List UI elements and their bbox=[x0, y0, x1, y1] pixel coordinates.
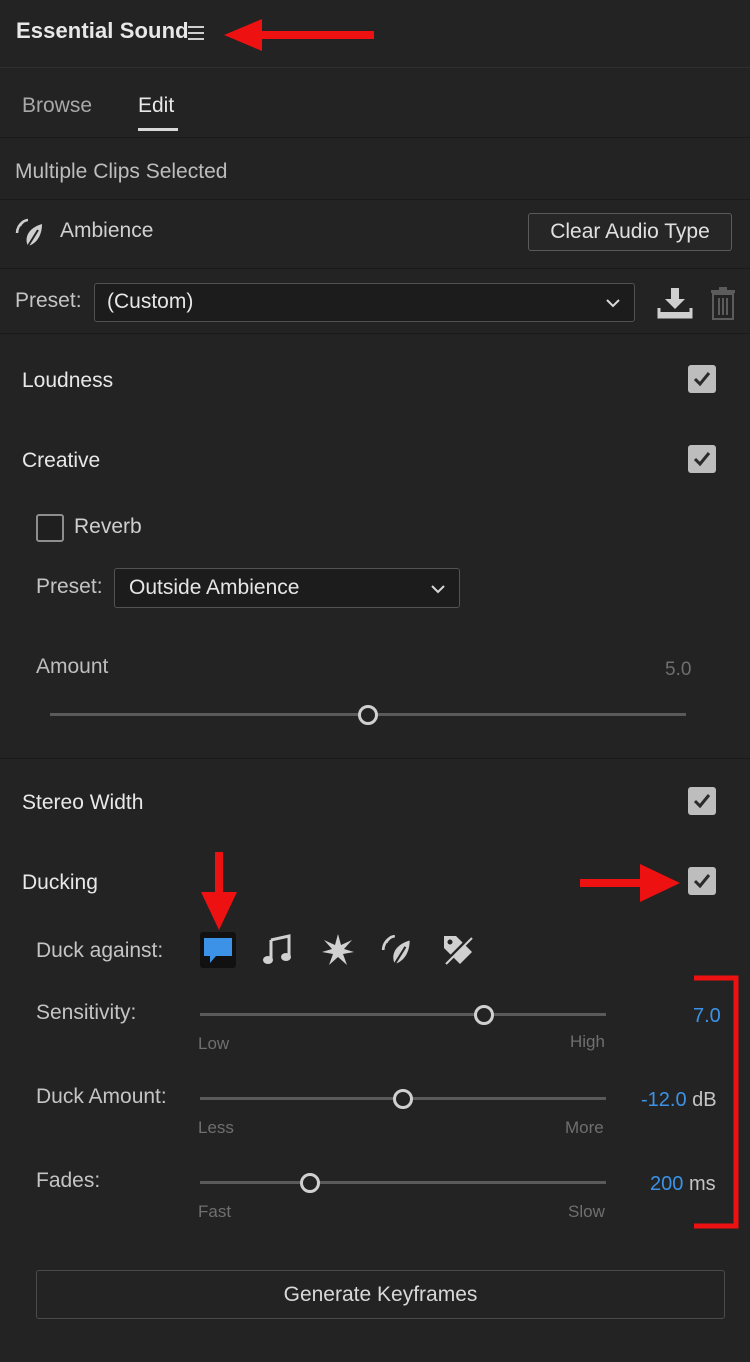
checkmark-icon bbox=[693, 794, 711, 809]
clear-audio-type-button[interactable]: Clear Audio Type bbox=[528, 213, 732, 251]
tab-active-indicator bbox=[138, 128, 178, 131]
section-loudness: Loudness bbox=[22, 369, 114, 392]
music-note-icon[interactable] bbox=[260, 932, 296, 968]
hamburger-menu-icon[interactable] bbox=[188, 26, 206, 40]
auto-tag-icon[interactable] bbox=[440, 932, 476, 968]
tab-browse[interactable]: Browse bbox=[22, 94, 92, 118]
duck-amount-label: Duck Amount: bbox=[36, 1085, 167, 1108]
duck-amount-low-label: Less bbox=[198, 1118, 234, 1137]
sensitivity-slider-track[interactable] bbox=[200, 1013, 606, 1016]
duck-amount-slider-thumb[interactable] bbox=[393, 1089, 413, 1109]
fades-label: Fades: bbox=[36, 1169, 101, 1192]
save-preset-icon[interactable] bbox=[656, 286, 694, 320]
fades-value-number: 200 bbox=[650, 1173, 684, 1195]
checkmark-icon bbox=[693, 452, 711, 467]
duck-against-label: Duck against: bbox=[36, 939, 164, 962]
reverb-preset-label: Preset: bbox=[36, 575, 103, 598]
sensitivity-slider-thumb[interactable] bbox=[474, 1005, 495, 1025]
loudness-checkbox[interactable] bbox=[688, 365, 716, 393]
sensitivity-label: Sensitivity: bbox=[36, 1001, 137, 1024]
tab-edit[interactable]: Edit bbox=[138, 94, 174, 118]
duck-amount-high-label: More bbox=[565, 1118, 604, 1137]
section-ducking: Ducking bbox=[22, 871, 98, 894]
fades-slider-thumb[interactable] bbox=[299, 1173, 320, 1193]
fades-slider-track[interactable] bbox=[200, 1181, 606, 1184]
reverb-checkbox[interactable] bbox=[36, 514, 64, 542]
reverb-label: Reverb bbox=[74, 515, 142, 538]
fades-low-label: Fast bbox=[198, 1202, 232, 1221]
panel-title: Essential Sound bbox=[16, 18, 189, 43]
audio-type-label: Ambience bbox=[60, 219, 154, 242]
generate-keyframes-button[interactable]: Generate Keyframes bbox=[36, 1270, 725, 1319]
checkmark-icon bbox=[693, 372, 711, 387]
ambience-leaf-icon[interactable] bbox=[380, 932, 416, 968]
stereo-width-checkbox[interactable] bbox=[688, 787, 716, 815]
section-stereo-width: Stereo Width bbox=[22, 791, 144, 814]
sfx-burst-icon[interactable] bbox=[320, 932, 356, 968]
annotation-arrow-right bbox=[580, 864, 680, 902]
preset-select[interactable]: (Custom) bbox=[94, 283, 635, 322]
section-creative: Creative bbox=[22, 449, 101, 472]
dialogue-bubble-icon[interactable] bbox=[200, 932, 236, 968]
chevron-down-icon bbox=[431, 585, 445, 594]
amount-label: Amount bbox=[36, 655, 109, 678]
annotation-arrow-left bbox=[224, 19, 374, 51]
selection-status: Multiple Clips Selected bbox=[15, 160, 228, 183]
creative-checkbox[interactable] bbox=[688, 445, 716, 473]
annotation-arrow-down bbox=[201, 852, 237, 930]
sensitivity-high-label: High bbox=[570, 1032, 605, 1051]
reverb-preset-value: Outside Ambience bbox=[129, 576, 300, 599]
trash-icon[interactable] bbox=[708, 286, 738, 320]
ambience-leaf-icon bbox=[15, 218, 42, 247]
fades-high-label: Slow bbox=[568, 1202, 605, 1221]
checkmark-icon bbox=[693, 874, 711, 889]
sensitivity-low-label: Low bbox=[198, 1034, 230, 1053]
amount-value: 5.0 bbox=[665, 659, 692, 680]
preset-select-value: (Custom) bbox=[107, 290, 194, 313]
reverb-preset-select[interactable]: Outside Ambience bbox=[114, 568, 460, 608]
preset-label: Preset: bbox=[15, 289, 82, 312]
amount-slider-thumb[interactable] bbox=[358, 705, 378, 725]
duck-amount-value-number: -12.0 bbox=[641, 1089, 687, 1111]
annotation-bracket bbox=[694, 975, 739, 1229]
chevron-down-icon bbox=[606, 299, 620, 308]
ducking-checkbox[interactable] bbox=[688, 867, 716, 895]
